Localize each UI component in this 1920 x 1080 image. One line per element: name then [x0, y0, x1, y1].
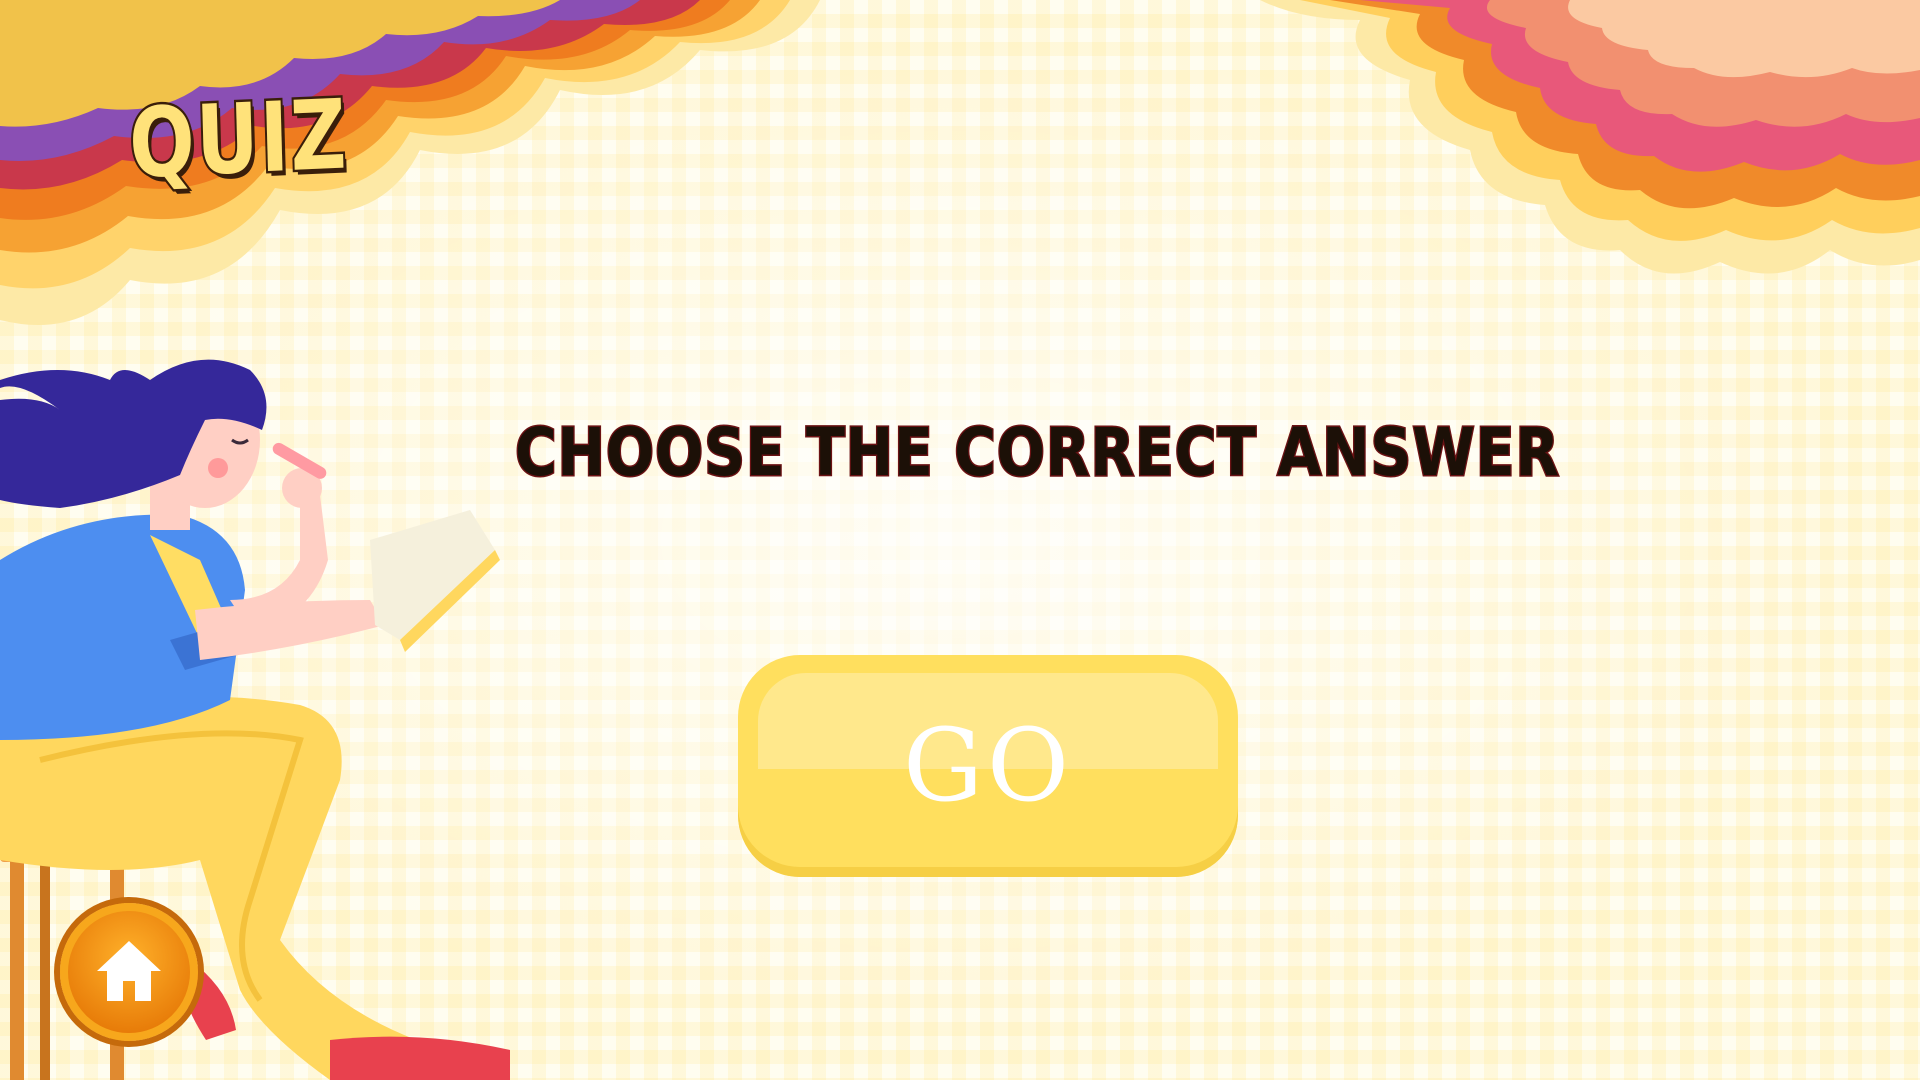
- home-button[interactable]: [60, 903, 198, 1041]
- go-button[interactable]: GO: [738, 655, 1238, 877]
- home-icon: [97, 941, 161, 1001]
- quiz-logo: QUIZ: [126, 76, 352, 202]
- instruction-heading: CHOOSE THE CORRECT ANSWER: [514, 414, 1561, 491]
- go-button-label: GO: [903, 707, 1073, 824]
